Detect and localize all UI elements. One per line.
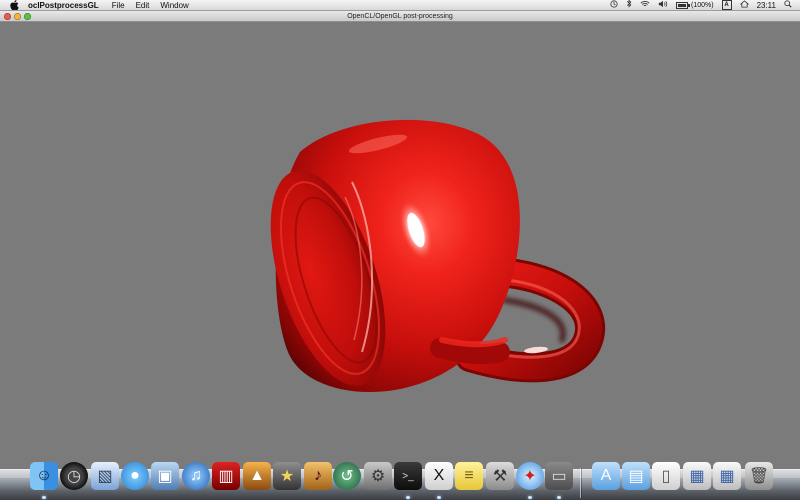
dock-item-finder[interactable]: ☺: [30, 462, 58, 499]
app-menu[interactable]: oclPostprocessGL: [28, 0, 99, 11]
dock-item-terminal[interactable]: >_: [394, 462, 422, 499]
dock-item-ichat[interactable]: ●: [121, 462, 149, 490]
app-window-icon: ▭: [545, 462, 573, 490]
dock-item-photo-library[interactable]: ▲: [243, 462, 271, 490]
itunes-icon: ♫: [182, 462, 210, 490]
dock-item-downloads-stack[interactable]: ▯: [652, 462, 680, 490]
time-machine-icon: ↺: [333, 462, 361, 490]
menu-bar: oclPostprocessGL File Edit Window (100%)…: [0, 0, 800, 11]
window-thumbnail-icon: ▦: [683, 462, 711, 490]
dock-item-system-preferences[interactable]: ⚙: [364, 462, 392, 490]
gl-viewport[interactable]: [0, 22, 800, 458]
dock-item-window-thumbnail[interactable]: ▦: [713, 462, 741, 490]
trash-icon: 🗑: [745, 462, 773, 490]
dock-item-garageband[interactable]: ♪: [304, 462, 332, 490]
finder-icon: ☺: [30, 462, 58, 490]
menu-clock[interactable]: 23:11: [757, 0, 776, 11]
running-indicator: [437, 496, 441, 499]
time-machine-icon[interactable]: [610, 0, 618, 11]
system-preferences-icon: ⚙: [364, 462, 392, 490]
dock-item-stickies[interactable]: ≡: [455, 462, 483, 490]
running-indicator: [406, 496, 410, 499]
dock-item-dashboard[interactable]: ◷: [60, 462, 88, 490]
dock-item-documents-folder[interactable]: ▤: [622, 462, 650, 490]
running-indicator: [42, 496, 46, 499]
photo-booth-icon: ▥: [212, 462, 240, 490]
applications-folder-icon: A: [592, 462, 620, 490]
xcode-icon: ⚒: [486, 462, 514, 490]
dock-item-preview[interactable]: ▧: [91, 462, 119, 490]
apple-logo-icon[interactable]: [8, 0, 20, 10]
desktop: oclPostprocessGL File Edit Window (100%)…: [0, 0, 800, 500]
dock-item-x11[interactable]: X: [425, 462, 453, 499]
x11-icon: X: [425, 462, 453, 490]
dock-icons: ☺ ◷ ▧ ● ▣ ♫ ▥ ▲ ★ ♪ ↺ ⚙ >_ X ≡ ⚒ ✦ ▭ A ▤ ▯ ▦ ▦ 🗑: [0, 462, 800, 499]
window-titlebar[interactable]: OpenCL/OpenGL post-processing: [0, 11, 800, 22]
volume-icon[interactable]: [658, 0, 668, 11]
dock-item-imovie[interactable]: ★: [273, 462, 301, 490]
dock-separator: [580, 468, 581, 498]
imovie-icon: ★: [273, 462, 301, 490]
battery-icon: [675, 1, 690, 9]
window-title: OpenCL/OpenGL post-processing: [347, 13, 453, 20]
ichat-icon: ●: [121, 462, 149, 490]
stickies-icon: ≡: [455, 462, 483, 490]
battery-status[interactable]: (100%): [675, 0, 714, 11]
spotlight-icon[interactable]: [784, 0, 792, 11]
status-area: (100%) A 23:11: [610, 0, 800, 11]
preview-icon: ▧: [91, 462, 119, 490]
garageband-icon: ♪: [304, 462, 332, 490]
input-menu-icon[interactable]: A: [721, 0, 732, 10]
dock-item-xcode[interactable]: ⚒: [486, 462, 514, 490]
dock-item-iphoto[interactable]: ▣: [151, 462, 179, 490]
wifi-icon[interactable]: [640, 0, 650, 11]
documents-folder-icon: ▤: [622, 462, 650, 490]
menu-window[interactable]: Window: [160, 0, 188, 11]
dock-item-time-machine[interactable]: ↺: [333, 462, 361, 490]
bluetooth-icon[interactable]: [626, 0, 632, 11]
terminal-icon: >_: [394, 462, 422, 490]
dock-item-window-thumbnail[interactable]: ▦: [683, 462, 711, 490]
iphoto-icon: ▣: [151, 462, 179, 490]
downloads-stack-icon: ▯: [652, 462, 680, 490]
teapot-render: [270, 119, 605, 393]
menu-edit[interactable]: Edit: [136, 0, 150, 11]
dock-item-photo-booth[interactable]: ▥: [212, 462, 240, 490]
dock-item-itunes[interactable]: ♫: [182, 462, 210, 490]
running-indicator: [528, 496, 532, 499]
dock-item-trash[interactable]: 🗑: [745, 462, 773, 490]
user-icon[interactable]: [739, 0, 749, 11]
battery-percent: (100%): [690, 1, 714, 9]
dock: ☺ ◷ ▧ ● ▣ ♫ ▥ ▲ ★ ♪ ↺ ⚙ >_ X ≡ ⚒ ✦ ▭ A ▤ ▯ ▦ ▦ 🗑: [0, 458, 800, 500]
photo-library-icon: ▲: [243, 462, 271, 490]
dock-item-app-window[interactable]: ▭: [545, 462, 573, 499]
window-thumbnail-icon: ▦: [713, 462, 741, 490]
dashboard-icon: ◷: [60, 462, 88, 490]
menu-file[interactable]: File: [112, 0, 125, 11]
dock-item-safari[interactable]: ✦: [516, 462, 544, 499]
running-indicator: [557, 496, 561, 499]
dock-item-applications-folder[interactable]: A: [592, 462, 620, 490]
safari-icon: ✦: [516, 462, 544, 490]
